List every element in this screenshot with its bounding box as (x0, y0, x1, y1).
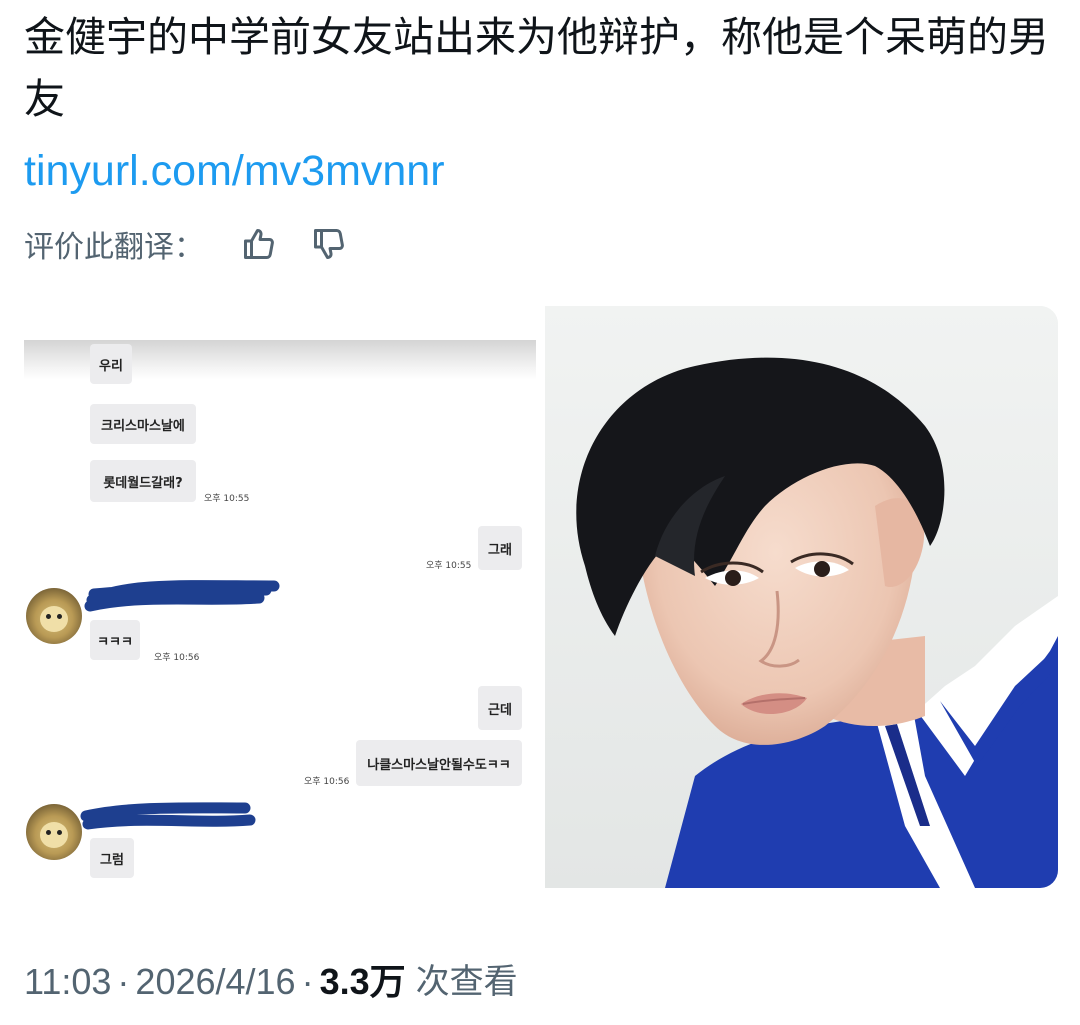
chat-timestamp: 오후 10:55 (426, 561, 472, 571)
view-count-label: 次查看 (415, 962, 518, 1002)
portrait-photo[interactable] (545, 306, 1058, 888)
tweet-meta: 11:03 · 2026/4/16 · 3.3万 次查看 (24, 952, 518, 1012)
redacted-name-scribble (84, 580, 280, 612)
chat-bubble: 롯데월드갈래? (90, 460, 196, 502)
separator-dot: · (301, 961, 314, 1002)
avatar (26, 804, 82, 860)
thumbs-down-icon[interactable] (308, 223, 350, 265)
redacted-name-scribble (80, 802, 256, 830)
tweet-link[interactable]: tinyurl.com/mv3mvnnr (24, 140, 445, 202)
tweet-time[interactable]: 11:03 (24, 952, 111, 1012)
avatar (26, 588, 82, 644)
tweet-media: 우리 크리스마스날에 롯데월드갈래? 오후 10:55 그래 오후 10:55 … (24, 306, 1058, 888)
translation-rating: 评价此翻译： (24, 216, 350, 272)
chat-bubble: 나클스마스날안될수도ㅋㅋ (356, 740, 522, 786)
chat-bubble: 우리 (90, 344, 132, 384)
chat-timestamp: 오후 10:56 (304, 777, 350, 787)
tweet-date[interactable]: 2026/4/16 (135, 952, 295, 1012)
chat-bubble: 크리스마스날에 (90, 404, 196, 444)
chat-bubble: 그래 (478, 526, 522, 570)
separator-dot: · (117, 961, 130, 1002)
thumbs-up-icon[interactable] (238, 223, 280, 265)
chat-timestamp: 오후 10:56 (154, 653, 200, 663)
rating-label: 评价此翻译： (24, 230, 204, 265)
chat-timestamp: 오후 10:55 (204, 494, 250, 504)
tweet-text: 金健宇的中学前女友站出来为他辩护，称他是个呆萌的男友 (24, 13, 1049, 123)
view-count: 3.3万 (319, 961, 406, 1002)
chat-screenshot-image[interactable]: 우리 크리스마스날에 롯데월드갈래? 오후 10:55 그래 오후 10:55 … (24, 306, 536, 888)
portrait-illustration (545, 306, 1058, 888)
chat-bubble: 근데 (478, 686, 522, 730)
chat-bubble: ㅋㅋㅋ (90, 620, 140, 660)
chat-bubble: 그럼 (90, 838, 134, 878)
